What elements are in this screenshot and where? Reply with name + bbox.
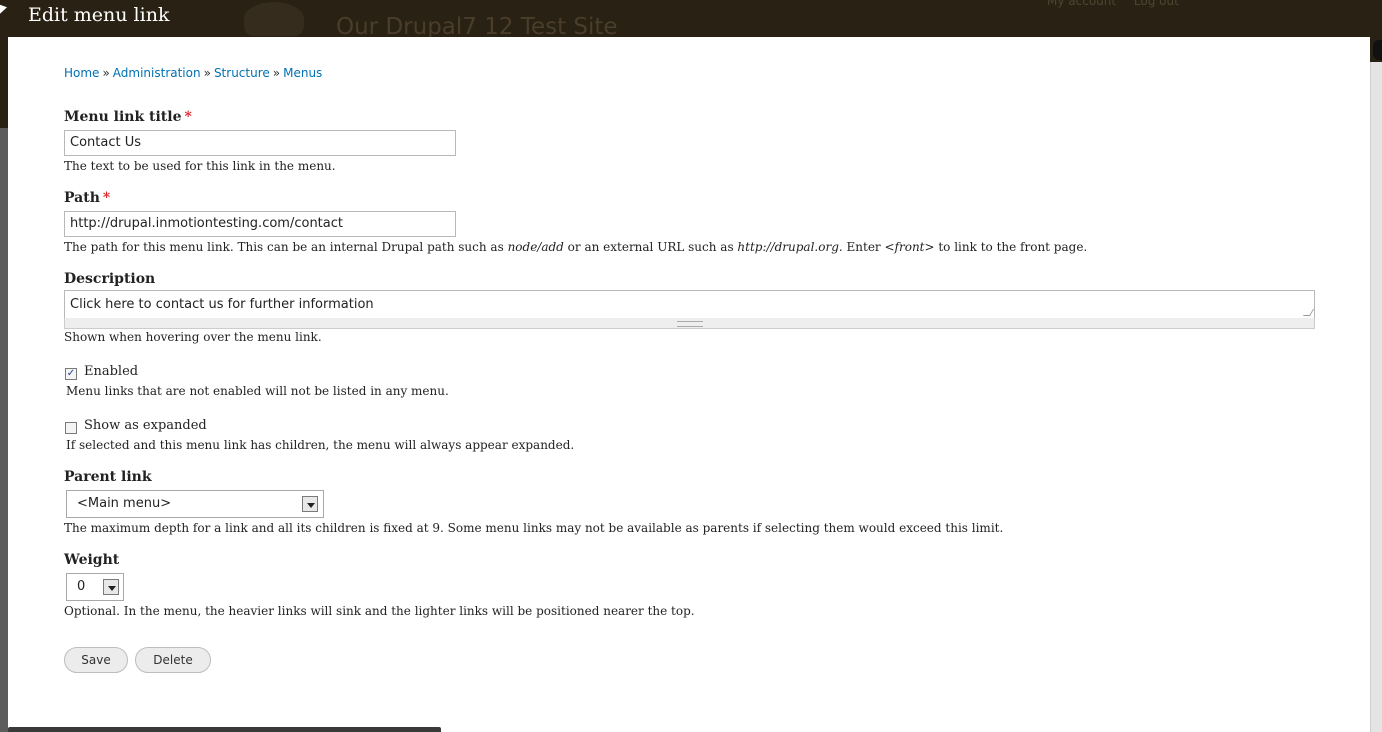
label-text: Menu link title bbox=[64, 109, 182, 125]
breadcrumb-menus[interactable]: Menus bbox=[283, 66, 322, 80]
path-description: The path for this menu link. This can be… bbox=[64, 240, 1087, 254]
label-text: Path bbox=[64, 190, 100, 206]
breadcrumb-separator: » bbox=[272, 66, 281, 80]
drupal-logo-icon bbox=[244, 2, 304, 36]
description-help: Shown when hovering over the menu link. bbox=[64, 330, 322, 344]
show-as-expanded-description: If selected and this menu link has child… bbox=[66, 438, 575, 452]
desc-example-external: http://drupal.org bbox=[737, 240, 839, 254]
close-overlay-icon[interactable] bbox=[1373, 40, 1382, 60]
breadcrumb-separator: » bbox=[102, 66, 110, 80]
show-as-expanded-checkbox[interactable] bbox=[65, 422, 77, 434]
required-marker: * bbox=[102, 190, 111, 206]
parent-link-label: Parent link bbox=[64, 469, 152, 485]
show-as-expanded-label[interactable]: Show as expanded bbox=[84, 418, 207, 433]
weight-select[interactable]: 0 bbox=[66, 573, 124, 601]
parent-link-description: The maximum depth for a link and all its… bbox=[64, 521, 1004, 535]
breadcrumb-administration[interactable]: Administration bbox=[113, 66, 201, 80]
breadcrumb-home[interactable]: Home bbox=[64, 66, 99, 80]
delete-button[interactable]: Delete bbox=[135, 647, 211, 673]
weight-description: Optional. In the menu, the heavier links… bbox=[64, 604, 695, 618]
desc-example-internal: node/add bbox=[507, 240, 564, 254]
menu-link-title-label: Menu link title * bbox=[64, 109, 192, 125]
my-account-link[interactable]: My account bbox=[1047, 0, 1116, 8]
scrollbar[interactable] bbox=[1370, 62, 1382, 732]
chevron-down-icon[interactable] bbox=[103, 579, 119, 595]
bottom-toolbar bbox=[8, 727, 441, 732]
breadcrumb-structure[interactable]: Structure bbox=[214, 66, 270, 80]
save-button[interactable]: Save bbox=[64, 647, 128, 673]
description-textarea[interactable]: Click here to contact us for further inf… bbox=[64, 290, 1315, 319]
desc-text: . Enter bbox=[838, 240, 885, 254]
breadcrumb-separator: » bbox=[203, 66, 211, 80]
breadcrumb: Home» Administration» Structure» Menus bbox=[64, 66, 322, 80]
description-label: Description bbox=[64, 271, 156, 287]
path-input[interactable]: http://drupal.inmotiontesting.com/contac… bbox=[64, 211, 456, 237]
parent-link-selected: <Main menu> bbox=[77, 496, 172, 511]
desc-text: to link to the front page. bbox=[934, 240, 1088, 254]
menu-link-title-description: The text to be used for this link in the… bbox=[64, 159, 336, 173]
menu-link-title-input[interactable]: Contact Us bbox=[64, 130, 456, 156]
textarea-resize-handle[interactable] bbox=[64, 318, 1315, 329]
enabled-label[interactable]: Enabled bbox=[84, 364, 138, 379]
desc-text: or an external URL such as bbox=[563, 240, 738, 254]
enabled-description: Menu links that are not enabled will not… bbox=[66, 384, 449, 398]
path-label: Path * bbox=[64, 190, 110, 206]
required-marker: * bbox=[184, 109, 192, 125]
desc-example-front: <front> bbox=[884, 240, 935, 254]
weight-label: Weight bbox=[64, 552, 120, 568]
desc-text: The path for this menu link. This can be… bbox=[64, 240, 508, 254]
chevron-down-icon[interactable] bbox=[302, 496, 318, 512]
enabled-checkbox[interactable]: ✓ bbox=[65, 368, 77, 380]
weight-selected: 0 bbox=[77, 579, 86, 594]
overlay-title: Edit menu link bbox=[28, 4, 170, 26]
log-out-link[interactable]: Log out bbox=[1134, 0, 1179, 8]
user-links: My account Log out bbox=[1047, 0, 1193, 8]
parent-link-select[interactable]: <Main menu> bbox=[66, 490, 324, 518]
